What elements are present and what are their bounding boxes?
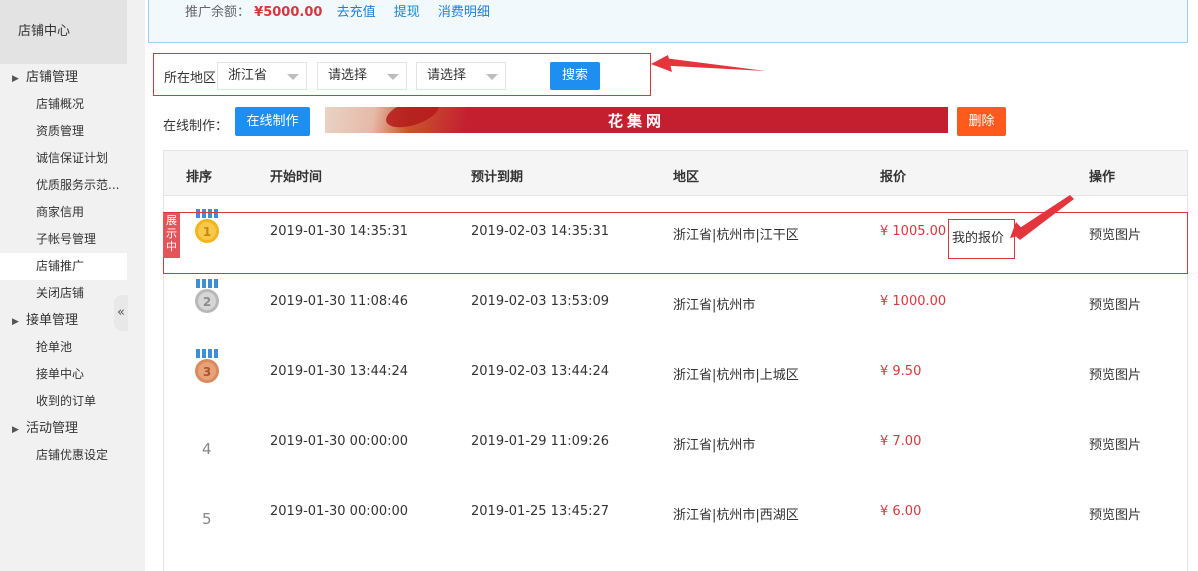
annotation-arrows [651, 55, 1074, 240]
arrow-head-icon [651, 55, 672, 72]
